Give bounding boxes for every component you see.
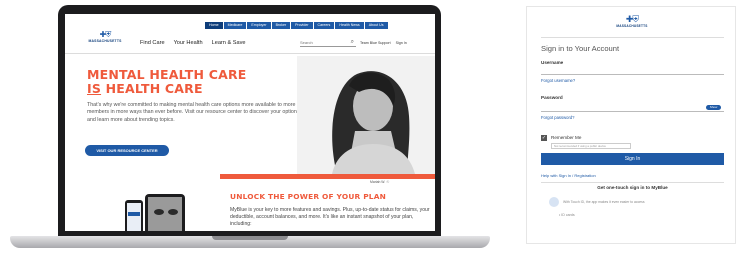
photo-credit: Mariah W. ☉ bbox=[370, 180, 390, 184]
remember-me-checkbox[interactable]: ✓ bbox=[541, 135, 547, 141]
nav-learn-save[interactable]: Learn & Save bbox=[212, 40, 246, 46]
username-label: Username bbox=[541, 60, 564, 65]
accent-bar bbox=[220, 174, 435, 179]
resource-center-button[interactable]: VISIT OUR RESOURCE CENTER bbox=[85, 145, 169, 156]
one-touch-heading: Get one-touch sign in to MyBlue bbox=[597, 185, 668, 190]
header-divider bbox=[65, 53, 435, 54]
signin-title: Sign in to Your Account bbox=[541, 44, 620, 53]
remember-me-note: Not recommended if using a public device bbox=[551, 143, 631, 149]
topbar-provider[interactable]: Provider bbox=[291, 22, 313, 29]
nav-find-care[interactable]: Find Care bbox=[140, 40, 165, 46]
touch-id-bullet: • ID cards bbox=[559, 213, 575, 217]
topbar-medicare[interactable]: Medicare bbox=[223, 22, 247, 29]
hero-title-line2: IS HEALTH CARE bbox=[87, 82, 247, 96]
topbar-about-us[interactable]: About Us bbox=[364, 22, 388, 29]
laptop-notch bbox=[212, 236, 288, 240]
touch-id-row: With Touch ID, the app makes it even eas… bbox=[549, 197, 645, 207]
topbar-home[interactable]: Home bbox=[205, 22, 223, 29]
nav-your-health[interactable]: Your Health bbox=[174, 40, 203, 46]
logo-text: MASSACHUSETTS bbox=[88, 39, 122, 43]
remember-me-label: Remember Me bbox=[551, 135, 582, 140]
topbar-broker[interactable]: Broker bbox=[271, 22, 291, 29]
fingerprint-icon bbox=[549, 197, 559, 207]
header-utility-links: Team Blue Support Sign In bbox=[360, 41, 407, 45]
topbar-employer[interactable]: Employer bbox=[247, 22, 271, 29]
touch-id-bullet-text: ID cards bbox=[561, 213, 575, 217]
touch-id-text: With Touch ID, the app makes it even eas… bbox=[563, 200, 645, 204]
hero-title-line2-rest: HEALTH CARE bbox=[101, 81, 203, 96]
forgot-password-link[interactable]: Forgot password? bbox=[541, 115, 575, 120]
topbar-careers[interactable]: Careers bbox=[313, 22, 335, 29]
hero-title-line1: MENTAL HEALTH CARE bbox=[87, 67, 247, 82]
team-blue-support-link[interactable]: Team Blue Support bbox=[360, 41, 391, 45]
show-password-button[interactable]: Show bbox=[706, 105, 721, 110]
topbar-health-news[interactable]: Health News bbox=[335, 22, 364, 29]
cross-shield-logo-icon: ✚⛨ bbox=[625, 14, 639, 24]
search-icon[interactable]: ⌕ bbox=[351, 38, 354, 47]
unlock-section-body: MyBlue is your key to more features and … bbox=[230, 207, 430, 227]
signin-logo: ✚⛨ MASSACHUSETTS bbox=[611, 14, 653, 29]
section-divider bbox=[541, 182, 724, 183]
site-logo[interactable]: ✚⛨ MASSACHUSETTS bbox=[85, 30, 125, 44]
username-input[interactable] bbox=[541, 74, 724, 75]
password-input[interactable] bbox=[541, 111, 724, 112]
search-input[interactable]: Search ⌕ bbox=[300, 38, 356, 47]
signin-help-link[interactable]: Help with Sign In / Registration bbox=[541, 173, 596, 178]
search-placeholder: Search bbox=[300, 40, 313, 45]
hero-body-text: That's why we're committed to making men… bbox=[87, 102, 300, 123]
forgot-username-link[interactable]: Forgot username? bbox=[541, 78, 575, 83]
website-screen: Home Medicare Employer Broker Provider C… bbox=[65, 14, 435, 231]
sign-in-button[interactable]: Sign In bbox=[541, 153, 724, 165]
utility-topbar: Home Medicare Employer Broker Provider C… bbox=[205, 22, 388, 29]
phone-mockups-image bbox=[101, 194, 221, 231]
hero-title: MENTAL HEALTH CARE IS HEALTH CARE bbox=[87, 68, 247, 96]
password-label: Password bbox=[541, 95, 563, 100]
hero-title-emphasis: IS bbox=[87, 81, 102, 96]
unlock-section-title: UNLOCK THE POWER OF YOUR PLAN bbox=[230, 192, 387, 201]
signin-logo-text: MASSACHUSETTS bbox=[616, 24, 648, 28]
sign-in-panel: ✚⛨ MASSACHUSETTS Sign in to Your Account… bbox=[526, 6, 736, 244]
cross-shield-logo-icon: ✚⛨ bbox=[99, 30, 112, 39]
hero-portrait-image bbox=[297, 56, 435, 174]
main-nav: Find Care Your Health Learn & Save bbox=[140, 40, 246, 46]
signin-top-divider bbox=[541, 37, 724, 38]
sign-in-link[interactable]: Sign In bbox=[396, 41, 407, 45]
